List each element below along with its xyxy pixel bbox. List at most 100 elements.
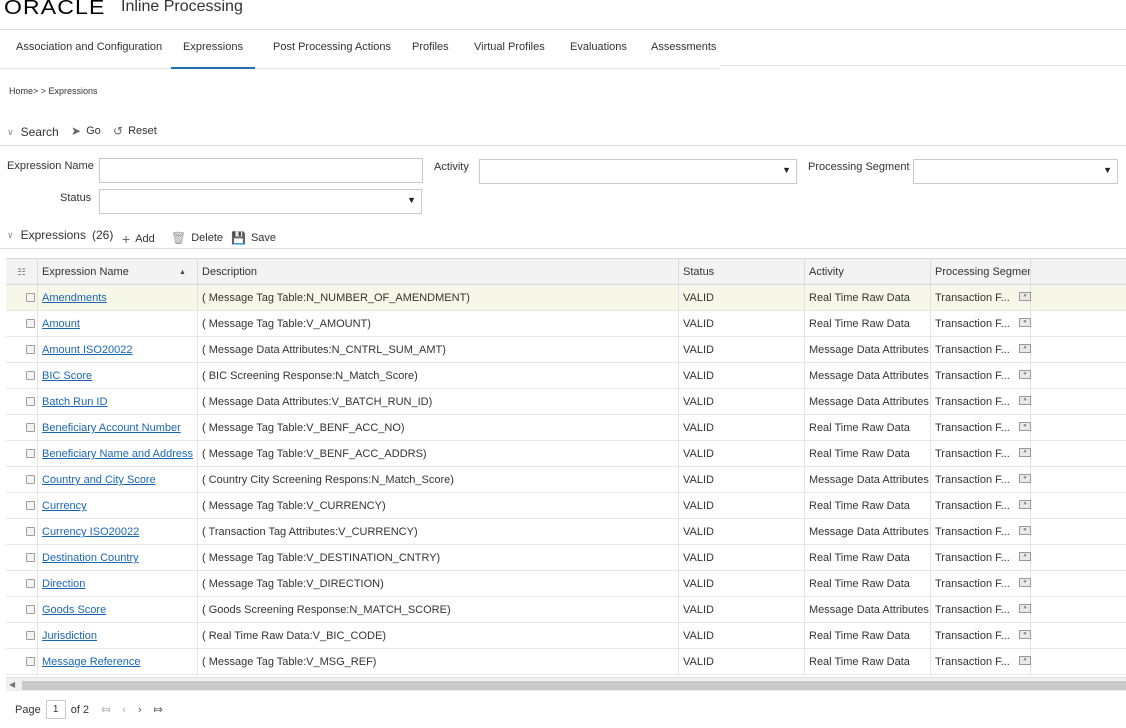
row-checkbox[interactable]: [26, 397, 35, 406]
expression-name-link[interactable]: Beneficiary Account Number: [42, 422, 181, 434]
add-button[interactable]: + Add: [122, 231, 155, 247]
scrollbar-thumb[interactable]: [22, 681, 1126, 690]
table-row[interactable]: Direction ( Message Tag Table:V_DIRECTION…: [6, 571, 1126, 597]
table-row[interactable]: Currency ISO20022 ( Transaction Tag Attri…: [6, 519, 1126, 545]
tab-evaluations[interactable]: Evaluations: [570, 31, 627, 69]
previous-page-icon[interactable]: ‹: [122, 704, 126, 716]
tab-virtual-profiles[interactable]: Virtual Profiles: [474, 31, 545, 69]
table-row[interactable]: Message Reference ( Message Tag Table:V_M…: [6, 649, 1126, 675]
next-page-icon[interactable]: ›: [138, 704, 142, 716]
reset-button[interactable]: ↺ Reset: [113, 124, 157, 138]
page-number-input[interactable]: 1: [45, 700, 66, 719]
column-chooser[interactable]: ☷: [6, 259, 38, 286]
table-row[interactable]: Country and City Score ( Country City Scr…: [6, 467, 1126, 493]
expand-details-icon[interactable]: »: [1019, 474, 1031, 483]
row-checkbox[interactable]: [26, 319, 35, 328]
expand-details-icon[interactable]: »: [1019, 552, 1031, 561]
expression-name-link[interactable]: Amount: [42, 318, 80, 330]
expand-details-icon[interactable]: »: [1019, 604, 1031, 613]
status-select[interactable]: ▼: [99, 189, 422, 214]
expression-name-link[interactable]: Batch Run ID: [42, 396, 107, 408]
delete-label: Delete: [191, 232, 224, 244]
column-header-activity[interactable]: Activity: [805, 259, 931, 286]
row-checkbox[interactable]: [26, 475, 35, 484]
reset-label: Reset: [128, 125, 157, 137]
expand-details-icon[interactable]: »: [1019, 370, 1031, 379]
row-checkbox[interactable]: [26, 631, 35, 640]
expand-details-icon[interactable]: »: [1019, 292, 1031, 301]
search-section-header[interactable]: ∨ Search: [7, 125, 59, 139]
expression-name-cell: Batch Run ID: [38, 389, 198, 415]
row-checkbox[interactable]: [26, 579, 35, 588]
processing-segment-select[interactable]: ▼: [913, 159, 1118, 184]
row-checkbox[interactable]: [26, 449, 35, 458]
expression-name-link[interactable]: Goods Score: [42, 604, 106, 616]
row-checkbox[interactable]: [26, 527, 35, 536]
row-checkbox[interactable]: [26, 371, 35, 380]
column-header-expression-name[interactable]: Expression Name ▲: [38, 259, 198, 286]
table-row[interactable]: Beneficiary Account Number ( Message Tag …: [6, 415, 1126, 441]
tab-profiles[interactable]: Profiles: [412, 31, 449, 69]
horizontal-scrollbar[interactable]: ◀: [6, 677, 1126, 691]
activity-select[interactable]: ▼: [479, 159, 797, 184]
row-checkbox[interactable]: [26, 657, 35, 666]
expression-name-link[interactable]: Jurisdiction: [42, 630, 97, 642]
go-button[interactable]: ➤ Go: [71, 124, 101, 138]
row-checkbox[interactable]: [26, 293, 35, 302]
tab-association-and-configuration[interactable]: Association and Configuration: [16, 31, 162, 69]
table-row[interactable]: Batch Run ID ( Message Data Attributes:V_…: [6, 389, 1126, 415]
expression-name-link[interactable]: Destination Country: [42, 552, 139, 564]
tab-assessments[interactable]: Assessments: [651, 31, 716, 69]
breadcrumb[interactable]: Home> > Expressions: [9, 86, 98, 96]
expand-details-icon[interactable]: »: [1019, 318, 1031, 327]
row-checkbox[interactable]: [26, 345, 35, 354]
expression-name-input[interactable]: [99, 158, 423, 183]
expression-name-link[interactable]: Direction: [42, 578, 85, 590]
last-page-icon[interactable]: ⤇: [154, 703, 163, 716]
expression-name-link[interactable]: Amount ISO20022: [42, 344, 133, 356]
expression-name-link[interactable]: Amendments: [42, 292, 107, 304]
expand-details-icon[interactable]: »: [1019, 448, 1031, 457]
table-row[interactable]: Goods Score ( Goods Screening Response:N_…: [6, 597, 1126, 623]
delete-button[interactable]: 🗑 Delete: [171, 231, 223, 245]
expand-details-icon[interactable]: »: [1019, 578, 1031, 587]
table-row[interactable]: Amount ISO20022 ( Message Data Attributes…: [6, 337, 1126, 363]
expression-name-link[interactable]: Message Reference: [42, 656, 140, 668]
expression-name-label: Expression Name: [7, 160, 94, 172]
table-row[interactable]: Currency ( Message Tag Table:V_CURRENCY) V…: [6, 493, 1126, 519]
search-title: Search: [20, 125, 59, 139]
table-row[interactable]: Destination Country ( Message Tag Table:V…: [6, 545, 1126, 571]
table-row[interactable]: Amount ( Message Tag Table:V_AMOUNT) VALID…: [6, 311, 1126, 337]
expression-name-link[interactable]: Currency: [42, 500, 87, 512]
expand-details-icon[interactable]: »: [1019, 526, 1031, 535]
go-label: Go: [86, 125, 101, 137]
expand-details-icon[interactable]: »: [1019, 500, 1031, 509]
expand-details-icon[interactable]: »: [1019, 344, 1031, 353]
row-checkbox[interactable]: [26, 605, 35, 614]
expand-details-icon[interactable]: »: [1019, 396, 1031, 405]
expand-details-icon[interactable]: »: [1019, 656, 1031, 665]
table-row[interactable]: Amendments ( Message Tag Table:N_NUMBER_O…: [6, 285, 1126, 311]
expressions-section-header[interactable]: ∨ Expressions (26): [7, 228, 113, 242]
expand-details-icon[interactable]: »: [1019, 422, 1031, 431]
table-row[interactable]: Jurisdiction ( Real Time Raw Data:V_BIC_C…: [6, 623, 1126, 649]
expand-details-icon[interactable]: »: [1019, 630, 1031, 639]
status-cell: VALID: [679, 311, 805, 337]
tab-post-processing-actions[interactable]: Post Processing Actions: [273, 31, 391, 69]
save-button[interactable]: 💾 Save: [231, 231, 276, 245]
column-header-status[interactable]: Status: [679, 259, 805, 286]
expression-name-link[interactable]: Beneficiary Name and Address: [42, 448, 193, 460]
row-checkbox[interactable]: [26, 501, 35, 510]
first-page-icon[interactable]: ⤆: [101, 703, 110, 716]
column-header-description[interactable]: Description: [198, 259, 679, 286]
table-row[interactable]: Beneficiary Name and Address ( Message Ta…: [6, 441, 1126, 467]
scroll-left-icon[interactable]: ◀: [9, 678, 15, 692]
expression-name-link[interactable]: Country and City Score: [42, 474, 156, 486]
column-header-processing-segment[interactable]: Processing Segment: [931, 259, 1031, 286]
row-checkbox[interactable]: [26, 423, 35, 432]
expression-name-link[interactable]: BIC Score: [42, 370, 92, 382]
row-checkbox[interactable]: [26, 553, 35, 562]
expression-name-link[interactable]: Currency ISO20022: [42, 526, 139, 538]
tab-expressions[interactable]: Expressions: [171, 31, 255, 69]
table-row[interactable]: BIC Score ( BIC Screening Response:N_Matc…: [6, 363, 1126, 389]
